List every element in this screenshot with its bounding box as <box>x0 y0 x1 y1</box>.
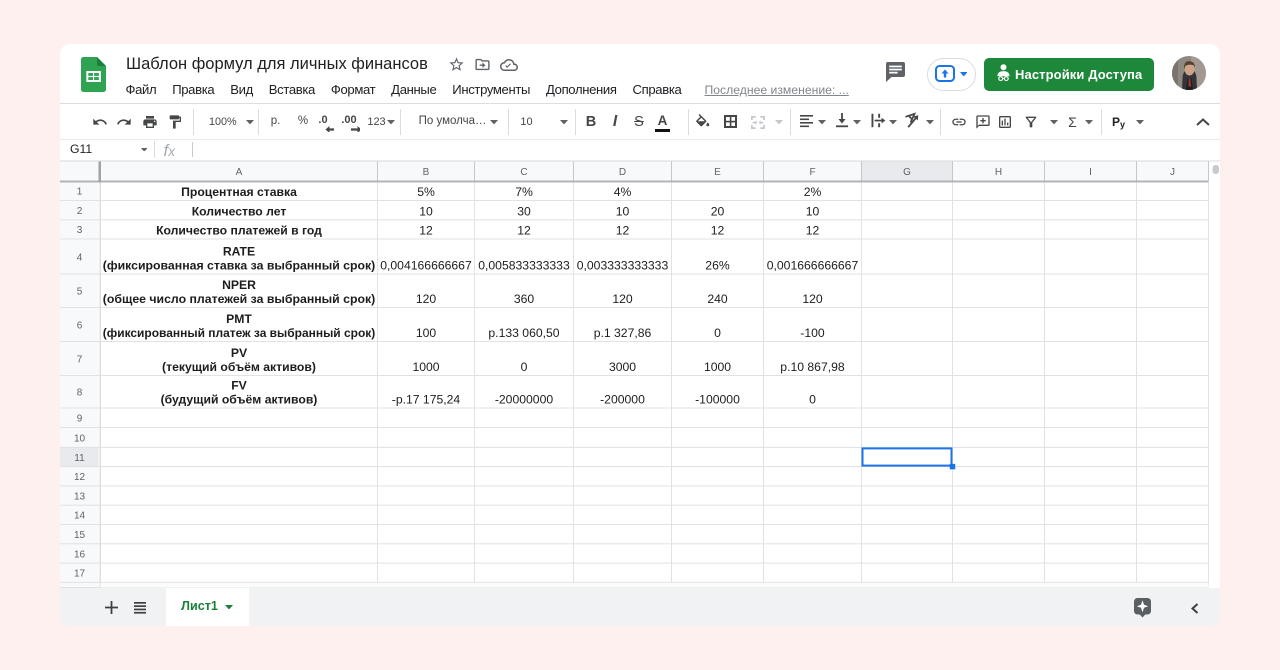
svg-text:5: 5 <box>77 287 83 298</box>
svg-text:9: 9 <box>77 414 83 425</box>
svg-text:10: 10 <box>74 433 86 444</box>
svg-text:(будущий объём активов): (будущий объём активов) <box>161 393 318 407</box>
svg-text:0: 0 <box>521 360 528 374</box>
svg-text:0,004166666667: 0,004166666667 <box>380 259 472 273</box>
svg-text:(фиксированный платеж за выбра: (фиксированный платеж за выбранный срок) <box>103 326 376 340</box>
svg-text:-100: -100 <box>800 326 825 340</box>
svg-text:5%: 5% <box>417 185 435 199</box>
svg-text:A: A <box>236 167 243 178</box>
svg-text:0,001666666667: 0,001666666667 <box>767 259 859 273</box>
svg-text:3000: 3000 <box>609 360 636 374</box>
svg-text:(текущий объём активов): (текущий объём активов) <box>162 360 316 374</box>
svg-text:р.133 060,50: р.133 060,50 <box>488 326 559 340</box>
svg-text:-100000: -100000 <box>695 393 740 407</box>
svg-text:FV: FV <box>231 378 247 392</box>
svg-text:12: 12 <box>419 224 433 238</box>
svg-text:120: 120 <box>802 292 823 306</box>
svg-text:р.10 867,98: р.10 867,98 <box>780 360 845 374</box>
svg-text:D: D <box>619 167 626 178</box>
svg-text:13: 13 <box>74 491 86 502</box>
svg-text:7%: 7% <box>515 185 533 199</box>
svg-text:120: 120 <box>416 292 437 306</box>
svg-text:360: 360 <box>514 292 535 306</box>
svg-text:7: 7 <box>77 354 83 365</box>
svg-text:1: 1 <box>77 187 83 198</box>
svg-text:0: 0 <box>714 326 721 340</box>
svg-text:E: E <box>714 167 721 178</box>
svg-text:10: 10 <box>616 204 630 218</box>
svg-text:B: B <box>423 167 430 178</box>
svg-text:12: 12 <box>616 224 630 238</box>
svg-text:17: 17 <box>74 569 86 580</box>
svg-text:12: 12 <box>74 472 86 483</box>
svg-text:4: 4 <box>77 252 83 263</box>
svg-text:8: 8 <box>77 388 83 399</box>
svg-text:Количество платежей в год: Количество платежей в год <box>156 224 322 238</box>
svg-text:12: 12 <box>711 224 725 238</box>
svg-text:(фиксированная ставка за выбра: (фиксированная ставка за выбранный срок) <box>103 259 376 273</box>
svg-text:240: 240 <box>707 292 728 306</box>
svg-text:1000: 1000 <box>704 360 731 374</box>
svg-text:H: H <box>995 167 1002 178</box>
svg-text:NPER: NPER <box>222 278 256 292</box>
svg-text:Процентная ставка: Процентная ставка <box>181 185 297 199</box>
svg-text:-р.17 175,24: -р.17 175,24 <box>392 393 461 407</box>
svg-text:4%: 4% <box>614 185 632 199</box>
svg-text:11: 11 <box>74 453 85 464</box>
svg-text:15: 15 <box>74 530 86 541</box>
svg-text:G: G <box>903 167 911 178</box>
svg-text:16: 16 <box>74 549 86 560</box>
svg-text:26%: 26% <box>705 259 730 273</box>
svg-text:C: C <box>520 167 527 178</box>
svg-text:(общее число платежей за выбра: (общее число платежей за выбранный срок) <box>103 292 376 306</box>
svg-text:3: 3 <box>77 225 83 236</box>
svg-text:6: 6 <box>77 320 83 331</box>
svg-text:120: 120 <box>612 292 633 306</box>
svg-text:12: 12 <box>806 224 820 238</box>
svg-text:J: J <box>1170 167 1175 178</box>
svg-text:30: 30 <box>517 204 531 218</box>
svg-text:14: 14 <box>74 511 86 522</box>
svg-text:F: F <box>809 167 815 178</box>
svg-text:2%: 2% <box>804 185 822 199</box>
svg-text:RATE: RATE <box>223 244 255 258</box>
svg-text:PV: PV <box>231 346 248 360</box>
svg-text:100: 100 <box>416 326 437 340</box>
svg-text:2: 2 <box>77 206 83 217</box>
svg-text:12: 12 <box>517 224 531 238</box>
svg-text:PMT: PMT <box>226 312 252 326</box>
svg-text:-20000000: -20000000 <box>495 393 554 407</box>
svg-text:1000: 1000 <box>412 360 439 374</box>
svg-text:-200000: -200000 <box>600 393 645 407</box>
svg-text:I: I <box>1089 167 1092 178</box>
svg-text:0,005833333333: 0,005833333333 <box>478 259 570 273</box>
svg-text:10: 10 <box>419 204 433 218</box>
svg-text:р.1 327,86: р.1 327,86 <box>594 326 652 340</box>
svg-text:10: 10 <box>806 204 820 218</box>
svg-text:0: 0 <box>809 393 816 407</box>
svg-text:20: 20 <box>711 204 725 218</box>
svg-text:Количество лет: Количество лет <box>192 204 287 218</box>
svg-text:0,003333333333: 0,003333333333 <box>577 259 669 273</box>
